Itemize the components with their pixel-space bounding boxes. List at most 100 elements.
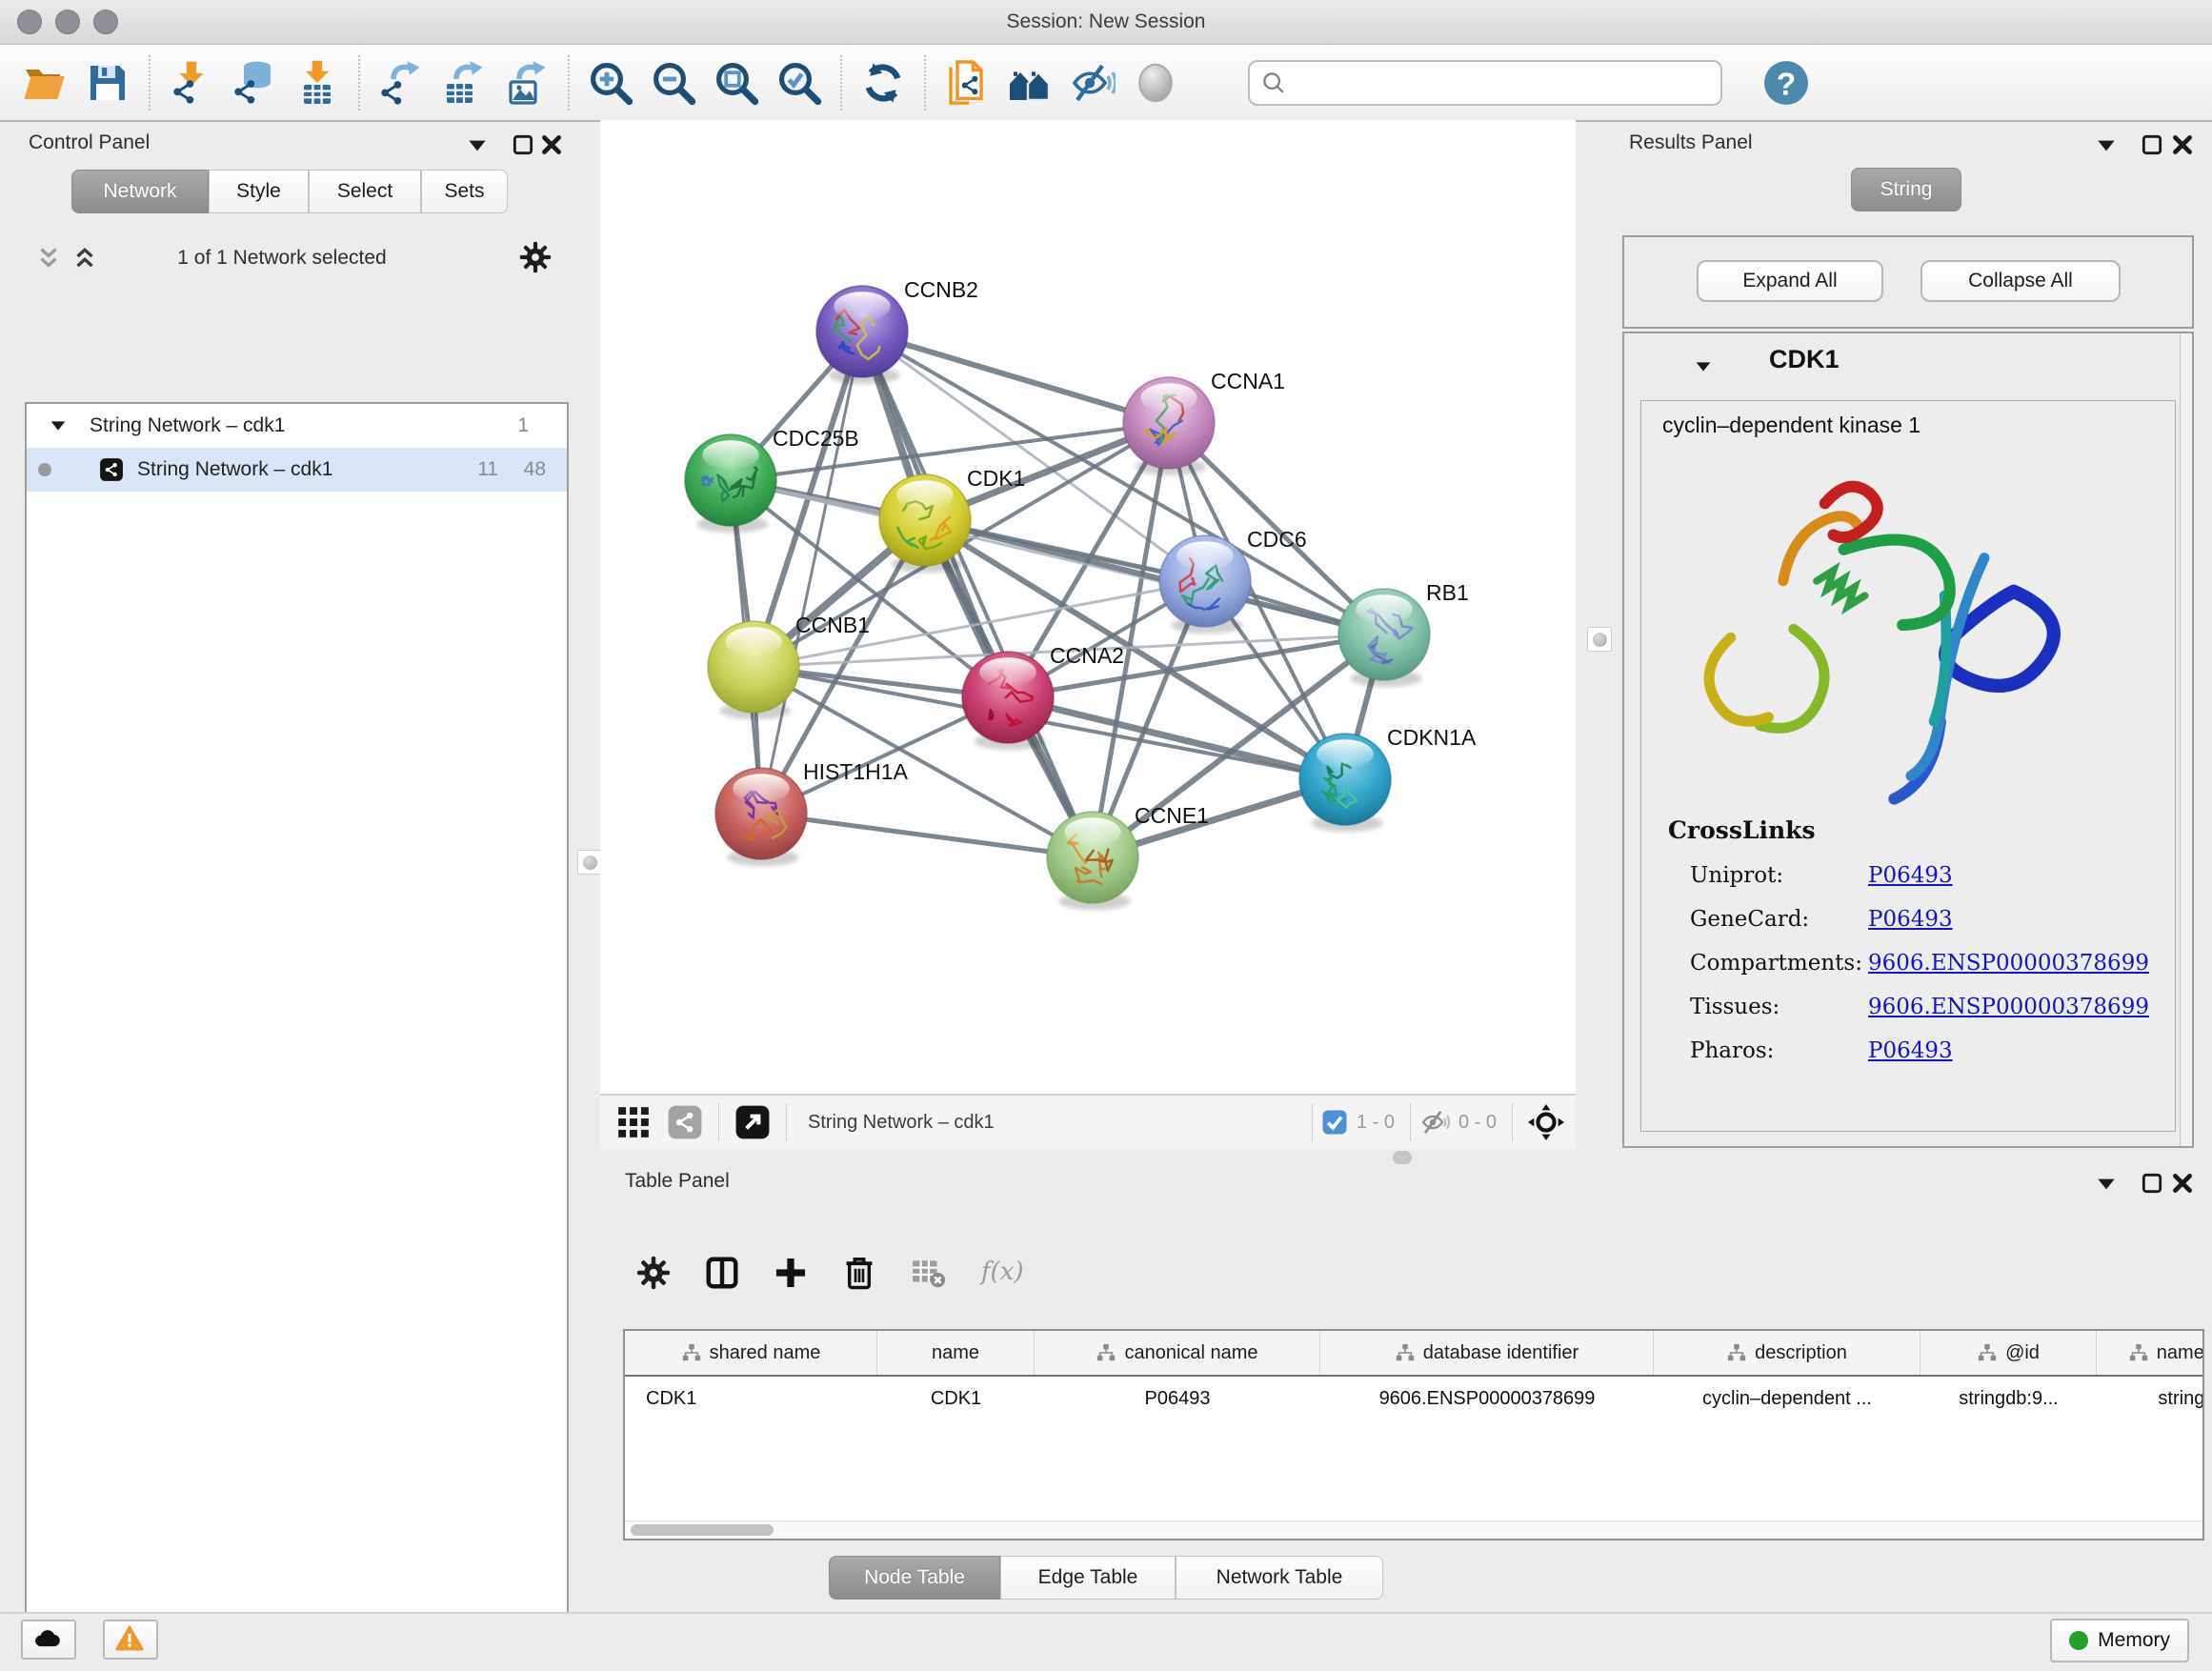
table-panel-close-button[interactable] — [2170, 1171, 2195, 1196]
fit-selected-crosshair-button[interactable] — [1526, 1102, 1566, 1142]
tab-edge-table[interactable]: Edge Table — [1000, 1556, 1176, 1600]
show-columns-button[interactable] — [700, 1251, 744, 1295]
tab-network-table[interactable]: Network Table — [1176, 1556, 1383, 1600]
crosslink-link[interactable]: 9606.ENSP00000378699 — [1868, 995, 2149, 1019]
search-input[interactable] — [1288, 65, 1720, 101]
tab-node-table[interactable]: Node Table — [829, 1556, 1000, 1600]
save-session-button[interactable] — [83, 58, 132, 108]
table-cell[interactable]: CDK1 — [877, 1388, 1035, 1410]
crosslink-link[interactable]: P06493 — [1868, 863, 1953, 888]
import-network-from-file-button[interactable] — [167, 58, 216, 108]
node-HIST1H1A[interactable]: HIST1H1A — [715, 759, 909, 866]
table-row[interactable]: CDK1CDK1P064939606.ENSP00000378699cyclin… — [625, 1377, 2202, 1420]
zoom-fit-button[interactable] — [712, 58, 761, 108]
network-row-selected[interactable]: String Network – cdk1 11 48 — [27, 448, 567, 492]
open-session-button[interactable] — [20, 58, 70, 108]
detach-view-button[interactable] — [733, 1102, 773, 1142]
control-panel-float-button[interactable] — [511, 132, 535, 157]
tab-sets[interactable]: Sets — [421, 170, 508, 213]
column-header-name[interactable]: name — [877, 1331, 1035, 1375]
tab-select[interactable]: Select — [309, 170, 421, 213]
tab-style[interactable]: Style — [209, 170, 309, 213]
results-panel-float-button[interactable] — [2140, 132, 2164, 157]
hide-selected-button[interactable] — [1068, 58, 1117, 108]
first-neighbors-button[interactable] — [1005, 58, 1055, 108]
edge-CCNB2-CCNA1[interactable] — [862, 332, 1169, 423]
results-panel-close-button[interactable] — [2170, 132, 2195, 157]
node-CDKN1A[interactable]: CDKN1A — [1299, 725, 1477, 832]
column-header-description[interactable]: description — [1654, 1331, 1920, 1375]
edge-HIST1H1A-CCNE1[interactable] — [761, 814, 1093, 857]
table-cell[interactable]: stringdb — [2097, 1388, 2204, 1410]
highlight-sphere-button[interactable] — [1131, 58, 1180, 108]
control-panel-menu-button[interactable] — [465, 133, 490, 158]
table-panel-float-button[interactable] — [2140, 1171, 2164, 1196]
network-canvas[interactable]: CCNB2CCNA1CDC25BCDK1CDC6RB1CCNB1CCNA2CDK… — [600, 120, 1576, 1094]
column-header-namespace[interactable]: namespace — [2097, 1331, 2204, 1375]
node-label-RB1: RB1 — [1426, 580, 1469, 605]
delete-table-button[interactable] — [906, 1251, 950, 1295]
function-builder-button[interactable]: f(x) — [975, 1251, 1037, 1295]
zoom-selected-button[interactable] — [774, 58, 824, 108]
zoom-out-button[interactable] — [649, 58, 698, 108]
node-CCNB2[interactable]: CCNB2 — [816, 277, 978, 384]
export-table-button[interactable] — [439, 58, 489, 108]
table-panel-menu-button[interactable] — [2094, 1172, 2119, 1197]
crosslink-link[interactable]: 9606.ENSP00000378699 — [1868, 951, 2149, 976]
results-panel-menu-button[interactable] — [2094, 133, 2119, 158]
birds-eye-grid-button[interactable] — [613, 1102, 654, 1142]
tab-network[interactable]: Network — [71, 170, 209, 213]
open-network-file-button[interactable] — [942, 58, 992, 108]
cloud-button[interactable] — [21, 1620, 76, 1660]
tab-string[interactable]: String — [1851, 168, 1961, 211]
expand-all-button[interactable]: Expand All — [1697, 260, 1883, 302]
crosslink-label: Tissues: — [1690, 995, 1868, 1019]
apply-preferred-layout-button[interactable] — [858, 58, 908, 108]
network-options-gear-button[interactable] — [518, 240, 553, 274]
collection-expander-icon[interactable] — [48, 415, 69, 436]
import-database-icon — [231, 60, 277, 106]
node-label-CCNA1: CCNA1 — [1211, 369, 1285, 393]
collapse-all-button[interactable]: Collapse All — [1920, 260, 2121, 302]
table-hscrollbar[interactable] — [625, 1520, 2202, 1539]
node-CDC25B[interactable]: CDC25B — [685, 426, 859, 533]
export-image-button[interactable] — [502, 58, 552, 108]
node-RB1[interactable]: RB1 — [1338, 580, 1469, 687]
selected-checkbox-icon[interactable] — [1320, 1108, 1349, 1137]
right-splitter[interactable] — [1578, 120, 1619, 1147]
edge-CDK1-RB1[interactable] — [925, 520, 1384, 634]
import-table-from-file-button[interactable] — [292, 58, 342, 108]
protein-section: CDK1 cyclin–dependent kinase 1 CrossLink… — [1622, 332, 2194, 1148]
node-CCNE1[interactable]: CCNE1 — [1047, 803, 1209, 910]
network-overview-button[interactable] — [665, 1102, 705, 1142]
table-cell[interactable]: CDK1 — [625, 1388, 877, 1410]
node-CDC6[interactable]: CDC6 — [1159, 527, 1307, 634]
import-network-from-database-button[interactable] — [230, 58, 279, 108]
create-column-button[interactable] — [769, 1251, 813, 1295]
column-header-shared-name[interactable]: shared name — [625, 1331, 877, 1375]
column-header-canonical-name[interactable]: canonical name — [1035, 1331, 1320, 1375]
crosslinks-heading: CrossLinks — [1668, 816, 2163, 844]
control-panel-close-button[interactable] — [539, 132, 564, 157]
delete-column-button[interactable] — [837, 1251, 881, 1295]
results-scrollbar[interactable] — [2180, 333, 2192, 1146]
memory-button[interactable]: Memory — [2050, 1619, 2189, 1662]
hidden-eye-icon[interactable] — [1418, 1108, 1451, 1137]
table-cell[interactable]: P06493 — [1035, 1388, 1320, 1410]
network-collection-row[interactable]: String Network – cdk1 1 — [27, 404, 567, 448]
table-cell[interactable]: cyclin–dependent ... — [1654, 1388, 1920, 1410]
section-expander-icon[interactable] — [1693, 356, 1714, 377]
warnings-button[interactable] — [103, 1620, 158, 1660]
column-header--id[interactable]: @id — [1920, 1331, 2097, 1375]
table-options-button[interactable] — [632, 1251, 675, 1295]
left-splitter-grip[interactable] — [577, 850, 602, 875]
crosslink-link[interactable]: P06493 — [1868, 1038, 1953, 1063]
table-cell[interactable]: stringdb:9... — [1920, 1388, 2097, 1410]
export-network-button[interactable] — [376, 58, 426, 108]
table-hscroll-thumb[interactable] — [631, 1524, 774, 1536]
zoom-in-button[interactable] — [586, 58, 635, 108]
help-button[interactable]: ? — [1762, 59, 1810, 107]
crosslink-link[interactable]: P06493 — [1868, 907, 1953, 932]
column-header-database-identifier[interactable]: database identifier — [1320, 1331, 1654, 1375]
table-cell[interactable]: 9606.ENSP00000378699 — [1320, 1388, 1654, 1410]
